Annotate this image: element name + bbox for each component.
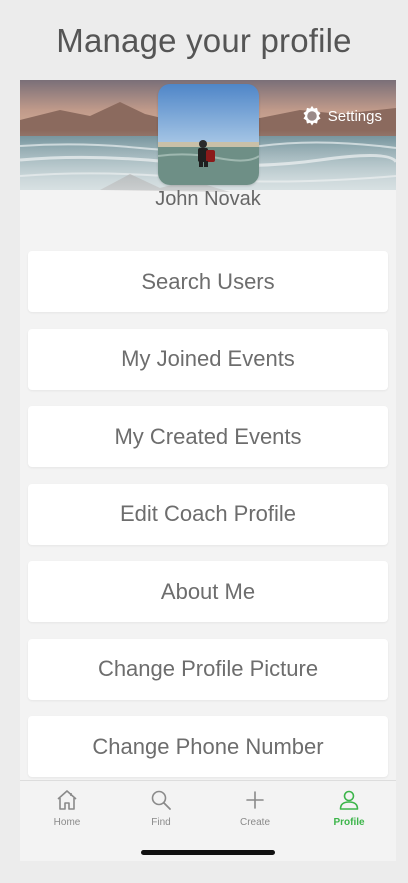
about-me-button[interactable]: About Me <box>28 561 388 622</box>
tab-create[interactable]: Create <box>208 781 302 861</box>
tab-bar: Home Find Create Profile <box>20 780 396 861</box>
page-title: Manage your profile <box>56 22 352 59</box>
tab-create-label: Create <box>239 817 270 828</box>
gear-icon <box>303 105 321 126</box>
tab-profile-label: Profile <box>333 817 365 828</box>
user-name: John Novak <box>155 188 261 210</box>
home-indicator <box>141 850 275 855</box>
settings-label: Settings <box>327 107 382 125</box>
tab-find[interactable]: Find <box>114 781 208 861</box>
profile-photo <box>158 84 259 185</box>
avatar[interactable] <box>158 84 259 185</box>
plus-icon <box>246 791 264 809</box>
search-users-button[interactable]: Search Users <box>28 251 388 312</box>
person-icon <box>339 790 359 810</box>
settings-button[interactable]: Settings <box>301 105 382 127</box>
profile-panel: Settings John Novak Search Users My Join… <box>20 80 396 860</box>
home-icon <box>57 790 77 810</box>
my-joined-events-button[interactable]: My Joined Events <box>28 328 388 390</box>
search-icon <box>151 790 171 810</box>
edit-coach-profile-button[interactable]: Edit Coach Profile <box>28 483 388 545</box>
tab-find-label: Find <box>151 817 171 828</box>
tab-home-label: Home <box>53 817 81 828</box>
tab-home[interactable]: Home <box>20 781 114 861</box>
change-phone-number-button[interactable]: Change Phone Number <box>28 716 388 777</box>
my-created-events-button[interactable]: My Created Events <box>28 406 388 467</box>
tab-profile[interactable]: Profile <box>302 781 396 861</box>
profile-menu: Search Users My Joined Events My Created… <box>28 251 388 794</box>
change-profile-picture-button[interactable]: Change Profile Picture <box>28 638 388 700</box>
